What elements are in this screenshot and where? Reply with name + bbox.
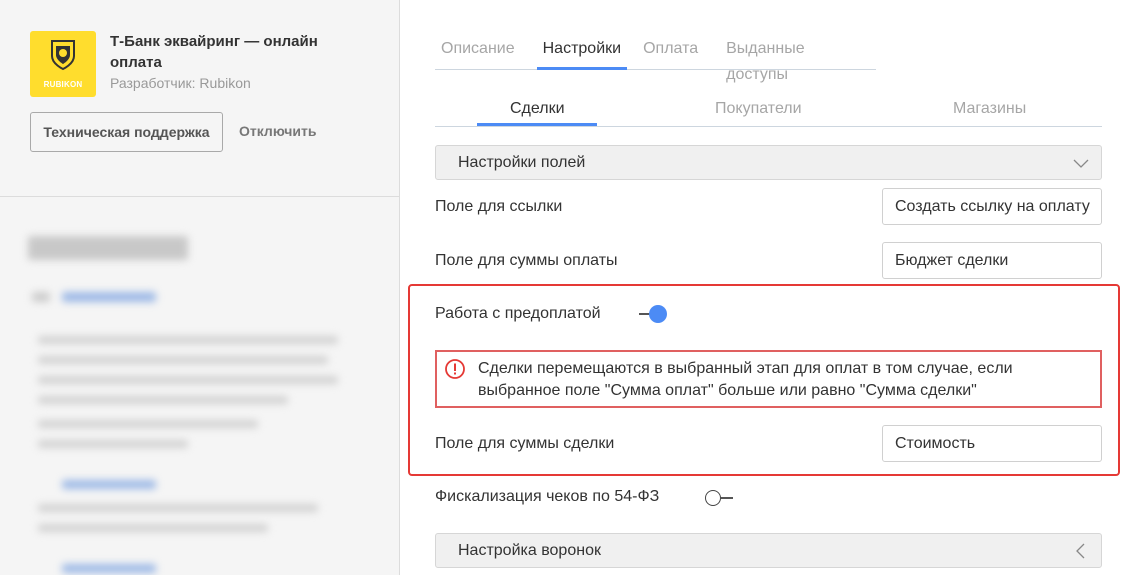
alert-text: Сделки перемещаются в выбранный этап для… xyxy=(478,360,1013,399)
app-developer: Разработчик: Rubikon xyxy=(110,75,251,91)
tab-settings[interactable]: Настройки xyxy=(536,36,628,70)
main-tabs: Описание Настройки Оплата Выданные досту… xyxy=(435,36,876,83)
chevron-down-icon xyxy=(1073,159,1089,168)
funnels-settings-accordion[interactable]: Настройка воронок xyxy=(435,533,1102,568)
tab-access[interactable]: Выданные доступы xyxy=(720,36,876,83)
subtab-shops[interactable]: Магазины xyxy=(953,100,1026,118)
fields-settings-title: Настройки полей xyxy=(458,154,586,171)
payment-sum-label: Поле для суммы оплаты xyxy=(435,252,618,269)
chevron-left-icon xyxy=(1076,543,1085,559)
crest-icon xyxy=(51,40,75,71)
fiscal-toggle[interactable] xyxy=(705,488,735,508)
alert-icon xyxy=(445,359,465,379)
prepayment-toggle[interactable] xyxy=(639,304,669,324)
subtab-deals[interactable]: Сделки xyxy=(510,100,565,118)
fields-settings-accordion[interactable]: Настройки полей xyxy=(435,145,1102,180)
disable-button[interactable]: Отключить xyxy=(239,123,316,139)
tab-payment[interactable]: Оплата xyxy=(637,36,704,70)
support-button[interactable]: Техническая поддержка xyxy=(30,112,223,152)
deal-sum-select[interactable]: Стоимость xyxy=(882,425,1102,462)
fiscal-label: Фискализация чеков по 54-ФЗ xyxy=(435,488,660,505)
link-field-label: Поле для ссылки xyxy=(435,198,563,215)
app-header: RUBIKON Т-Банк эквайринг — онлайн оплата… xyxy=(0,0,399,197)
logo-text: RUBIKON xyxy=(43,80,83,89)
subtab-customers[interactable]: Покупатели xyxy=(715,100,802,118)
payment-sum-select[interactable]: Бюджет сделки xyxy=(882,242,1102,279)
tab-description[interactable]: Описание xyxy=(435,36,521,70)
app-title: Т-Банк эквайринг — онлайн оплата xyxy=(110,33,318,71)
active-subtab-indicator xyxy=(477,123,597,126)
prepayment-alert: Сделки перемещаются в выбранный этап для… xyxy=(435,350,1102,408)
blurred-background-content xyxy=(0,198,399,575)
link-field-select[interactable]: Создать ссылку на оплату xyxy=(882,188,1102,225)
prepayment-label: Работа с предоплатой xyxy=(435,305,601,322)
funnels-settings-title: Настройка воронок xyxy=(458,542,601,559)
app-logo: RUBIKON xyxy=(30,31,96,97)
deal-sum-label: Поле для суммы сделки xyxy=(435,435,615,452)
app-info-panel: RUBIKON Т-Банк эквайринг — онлайн оплата… xyxy=(0,0,400,575)
entity-tabs: Сделки Покупатели Магазины xyxy=(435,96,1102,127)
